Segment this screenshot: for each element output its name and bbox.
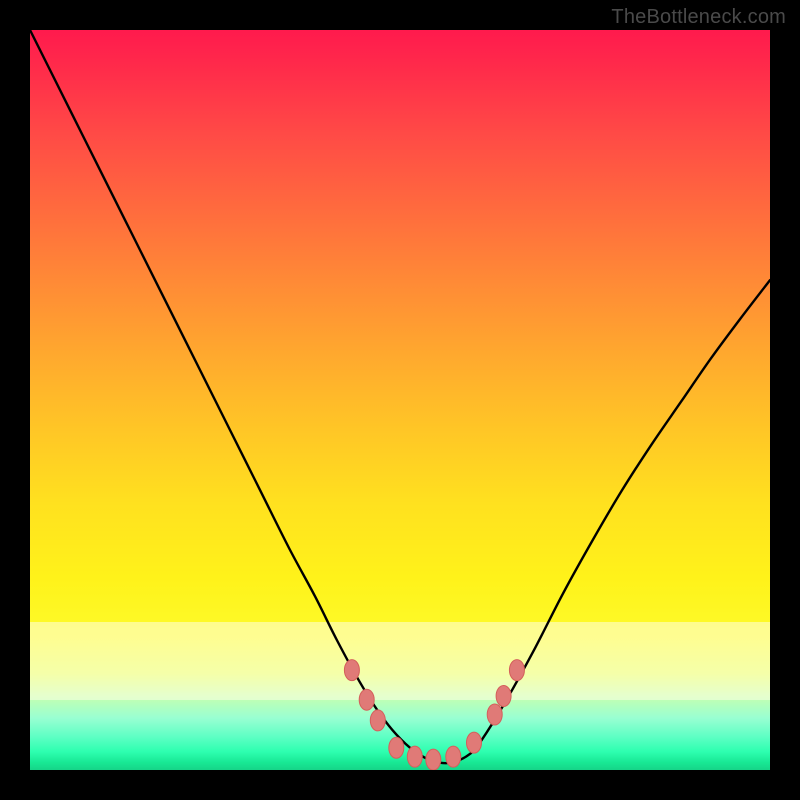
marker-point: [359, 689, 374, 710]
watermark-text: TheBottleneck.com: [611, 6, 786, 29]
marker-point: [344, 660, 359, 681]
curve-layer: [30, 30, 770, 770]
marker-point: [467, 732, 482, 753]
marker-point: [407, 746, 422, 767]
marker-point: [446, 746, 461, 767]
marker-point: [426, 749, 441, 770]
marker-point: [509, 660, 524, 681]
chart-frame: TheBottleneck.com: [0, 0, 800, 800]
plot-area: [30, 30, 770, 770]
marker-point: [496, 686, 511, 707]
marker-point: [370, 710, 385, 731]
interest-point-markers: [344, 660, 524, 770]
marker-point: [389, 737, 404, 758]
bottleneck-curve: [30, 30, 770, 763]
marker-point: [487, 704, 502, 725]
